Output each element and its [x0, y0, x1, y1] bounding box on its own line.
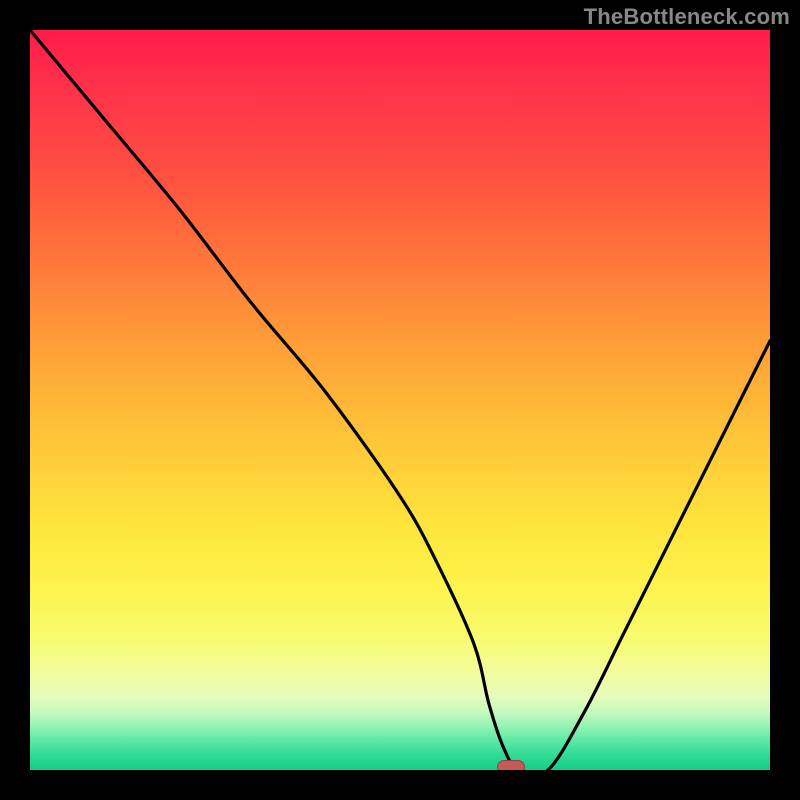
- curve-path: [30, 30, 770, 770]
- watermark-text: TheBottleneck.com: [584, 4, 790, 30]
- optimal-point-marker: [497, 760, 525, 770]
- plot-area: [30, 30, 770, 770]
- bottleneck-curve: [30, 30, 770, 770]
- chart-frame: TheBottleneck.com: [0, 0, 800, 800]
